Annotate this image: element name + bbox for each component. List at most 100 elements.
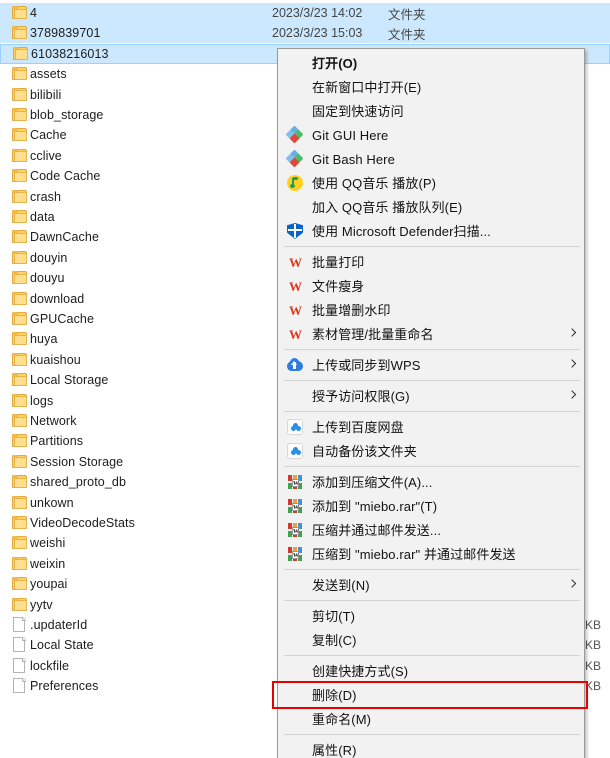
menu-item[interactable]: Git GUI Here bbox=[278, 123, 584, 147]
file-name: Preferences bbox=[30, 679, 99, 694]
menu-item-label: Git Bash Here bbox=[312, 151, 395, 167]
menu-item[interactable]: 发送到(N) bbox=[278, 573, 584, 597]
menu-separator bbox=[284, 349, 580, 350]
winrar-icon: W bbox=[287, 546, 303, 562]
menu-item[interactable]: 剪切(T) bbox=[278, 604, 584, 628]
menu-item[interactable]: 重命名(M) bbox=[278, 707, 584, 731]
menu-item[interactable]: W 压缩并通过邮件发送... bbox=[278, 518, 584, 542]
folder-icon bbox=[12, 577, 28, 591]
menu-item-label: 授予访问权限(G) bbox=[312, 388, 410, 404]
file-name: 61038216013 bbox=[31, 46, 109, 61]
no-icon bbox=[287, 687, 303, 703]
folder-icon bbox=[12, 536, 28, 550]
file-modified-date: 2023/3/23 15:03 bbox=[272, 26, 363, 41]
file-row[interactable]: 4 2023/3/23 14:02 文件夹 bbox=[0, 3, 610, 23]
menu-item[interactable]: 属性(R) bbox=[278, 738, 584, 758]
no-icon bbox=[287, 103, 303, 119]
folder-icon bbox=[12, 67, 28, 81]
qq-music-icon bbox=[287, 175, 303, 191]
file-row[interactable]: 3789839701 2023/3/23 15:03 文件夹 bbox=[0, 23, 610, 44]
file-name: Local State bbox=[30, 638, 94, 653]
folder-icon bbox=[12, 6, 28, 20]
chevron-right-icon bbox=[568, 361, 577, 370]
file-name: weishi bbox=[30, 536, 66, 551]
no-icon bbox=[287, 663, 303, 679]
file-name: Network bbox=[30, 414, 77, 428]
folder-icon bbox=[13, 46, 29, 61]
menu-item[interactable]: W 批量打印 bbox=[278, 250, 584, 274]
no-icon bbox=[287, 388, 303, 404]
menu-item[interactable]: 删除(D) bbox=[278, 683, 584, 707]
no-icon bbox=[287, 711, 303, 727]
folder-icon bbox=[12, 393, 28, 408]
menu-separator bbox=[284, 466, 580, 467]
folder-icon bbox=[12, 475, 28, 489]
menu-item[interactable]: 上传到百度网盘 bbox=[278, 415, 584, 439]
menu-item[interactable]: 固定到快速访问 bbox=[278, 99, 584, 123]
file-name: lockfile bbox=[30, 658, 70, 673]
file-name: 4 bbox=[30, 6, 38, 20]
menu-item[interactable]: W 批量增删水印 bbox=[278, 298, 584, 322]
folder-icon bbox=[12, 108, 28, 122]
menu-item-label: 素材管理/批量重命名 bbox=[312, 326, 434, 342]
menu-item-label: 剪切(T) bbox=[312, 608, 356, 624]
file-name: .updaterId bbox=[30, 618, 88, 632]
menu-item[interactable]: 授予访问权限(G) bbox=[278, 384, 584, 408]
folder-icon bbox=[12, 495, 28, 510]
menu-item[interactable]: W 素材管理/批量重命名 bbox=[278, 322, 584, 346]
folder-icon bbox=[12, 434, 28, 448]
menu-item[interactable]: 上传或同步到WPS bbox=[278, 353, 584, 377]
chevron-right-icon bbox=[568, 330, 577, 339]
defender-shield-icon bbox=[287, 223, 303, 239]
menu-separator bbox=[284, 734, 580, 735]
menu-item[interactable]: 复制(C) bbox=[278, 628, 584, 652]
file-name: cclive bbox=[30, 148, 62, 163]
git-icon bbox=[285, 149, 304, 168]
file-name: Code Cache bbox=[30, 169, 101, 184]
menu-item-label: 上传到百度网盘 bbox=[312, 419, 404, 435]
file-name: bilibili bbox=[30, 87, 62, 102]
menu-item[interactable]: 在新窗口中打开(E) bbox=[278, 75, 584, 99]
menu-item-label: 批量打印 bbox=[312, 254, 365, 270]
menu-item-label: 创建快捷方式(S) bbox=[312, 663, 409, 679]
menu-item-label: 自动备份该文件夹 bbox=[312, 443, 417, 459]
file-name: Partitions bbox=[30, 434, 84, 449]
menu-item[interactable]: 使用 Microsoft Defender扫描... bbox=[278, 219, 584, 243]
folder-icon bbox=[12, 148, 28, 163]
file-name: download bbox=[30, 291, 85, 306]
menu-item[interactable]: 打开(O) bbox=[278, 51, 584, 75]
file-name: huya bbox=[30, 332, 58, 347]
folder-icon bbox=[12, 597, 28, 612]
menu-item-label: 压缩并通过邮件发送... bbox=[312, 522, 442, 538]
no-icon bbox=[287, 577, 303, 593]
context-menu[interactable]: 打开(O) 在新窗口中打开(E) 固定到快速访问 Git GUI Here Git Ba… bbox=[277, 48, 585, 758]
menu-item[interactable]: 自动备份该文件夹 bbox=[278, 439, 584, 463]
menu-item-label: 重命名(M) bbox=[312, 711, 372, 727]
folder-icon bbox=[12, 332, 28, 346]
folder-icon bbox=[12, 250, 28, 265]
folder-icon bbox=[12, 556, 28, 571]
baidu-netdisk-icon bbox=[287, 419, 303, 435]
menu-item[interactable]: 使用 QQ音乐 播放(P) bbox=[278, 171, 584, 195]
file-icon bbox=[13, 617, 26, 633]
menu-item[interactable]: 创建快捷方式(S) bbox=[278, 659, 584, 683]
menu-item[interactable]: W 添加到 "miebo.rar"(T) bbox=[278, 494, 584, 518]
folder-icon bbox=[12, 87, 28, 102]
wps-icon: W bbox=[289, 302, 302, 318]
file-type: 文件夹 bbox=[388, 7, 426, 22]
winrar-icon: W bbox=[287, 522, 303, 538]
menu-item[interactable]: 加入 QQ音乐 播放队列(E) bbox=[278, 195, 584, 219]
menu-item[interactable]: W 添加到压缩文件(A)... bbox=[278, 470, 584, 494]
file-modified-date: 2023/3/23 14:02 bbox=[272, 6, 363, 20]
menu-item[interactable]: Git Bash Here bbox=[278, 147, 584, 171]
file-name: 3789839701 bbox=[30, 26, 101, 41]
file-name: unkown bbox=[30, 495, 74, 510]
menu-separator bbox=[284, 600, 580, 601]
file-icon bbox=[13, 657, 26, 674]
menu-item[interactable]: W 压缩到 "miebo.rar" 并通过邮件发送 bbox=[278, 542, 584, 566]
file-name: crash bbox=[30, 189, 62, 204]
menu-separator bbox=[284, 411, 580, 412]
folder-icon bbox=[12, 352, 28, 367]
menu-item[interactable]: W 文件瘦身 bbox=[278, 274, 584, 298]
wps-cloud-icon bbox=[287, 357, 303, 373]
